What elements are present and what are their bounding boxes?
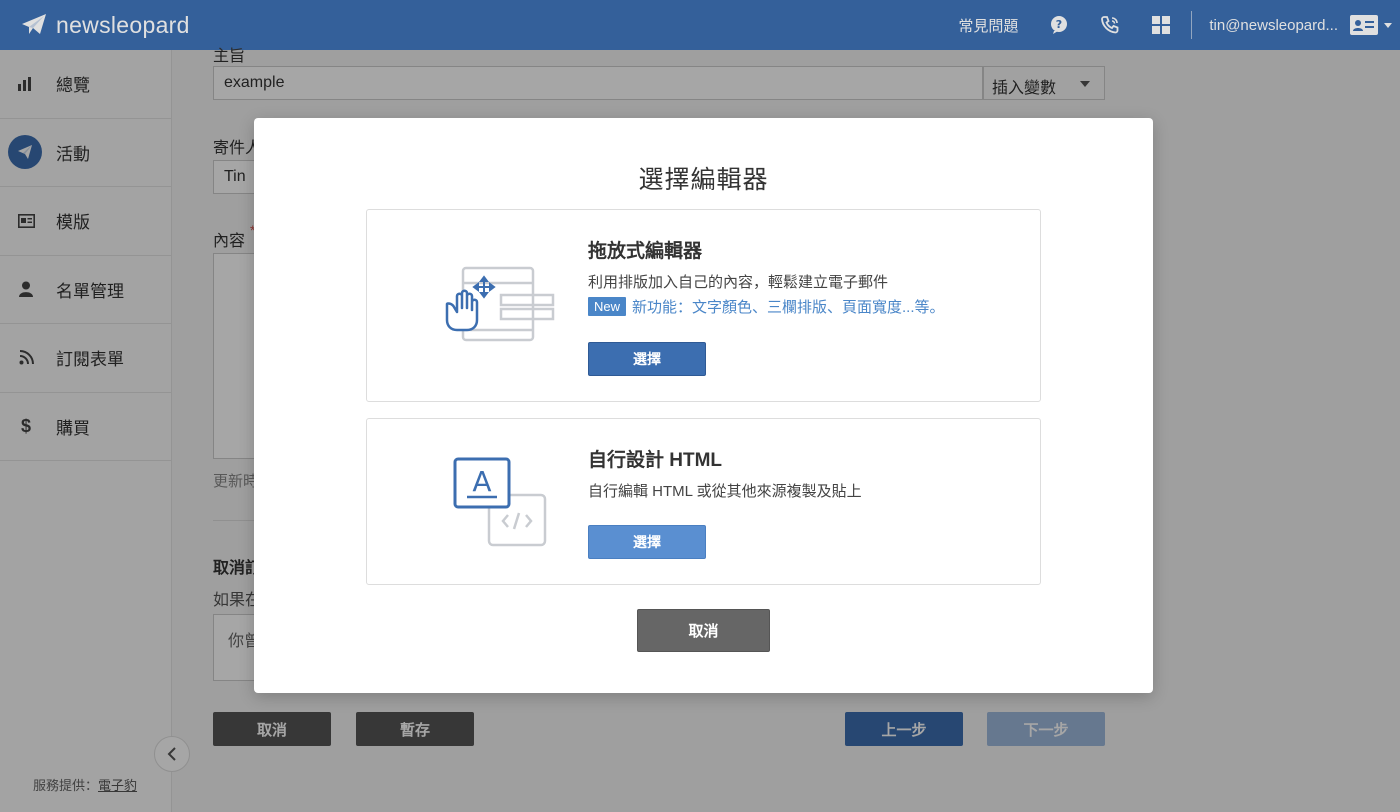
- svg-text:A: A: [472, 465, 491, 498]
- new-feature-note: New 新功能：文字顏色、三欄排版、頁面寬度...等。: [588, 296, 945, 317]
- topbar-dim-overlay: [0, 0, 1400, 50]
- select-drag-drop-button[interactable]: 選擇: [588, 342, 706, 376]
- html-editor-card[interactable]: A 自行設計 HTML 自行編輯 HTML 或從其他來源複製及貼上 選擇: [366, 418, 1041, 585]
- modal-cancel-button[interactable]: 取消: [637, 609, 770, 652]
- new-feature-text: 新功能：文字顏色、三欄排版、頁面寬度...等。: [632, 299, 945, 316]
- card-title: 自行設計 HTML: [588, 450, 723, 471]
- choose-editor-modal: 選擇編輯器 拖放式編輯器 利用排版加入自己的內容，輕鬆建立電子郵件 New 新功…: [254, 118, 1153, 693]
- card-description: 利用排版加入自己的內容，輕鬆建立電子郵件: [588, 274, 889, 291]
- new-badge: New: [588, 297, 627, 316]
- card-title: 拖放式編輯器: [588, 241, 703, 262]
- modal-title: 選擇編輯器: [638, 166, 769, 194]
- drag-drop-editor-card[interactable]: 拖放式編輯器 利用排版加入自己的內容，輕鬆建立電子郵件 New 新功能：文字顏色…: [366, 209, 1041, 402]
- drag-drop-editor-icon: [445, 266, 555, 342]
- select-html-button[interactable]: 選擇: [588, 525, 706, 559]
- card-description: 自行編輯 HTML 或從其他來源複製及貼上: [588, 483, 862, 500]
- html-code-editor-icon: A: [453, 457, 547, 547]
